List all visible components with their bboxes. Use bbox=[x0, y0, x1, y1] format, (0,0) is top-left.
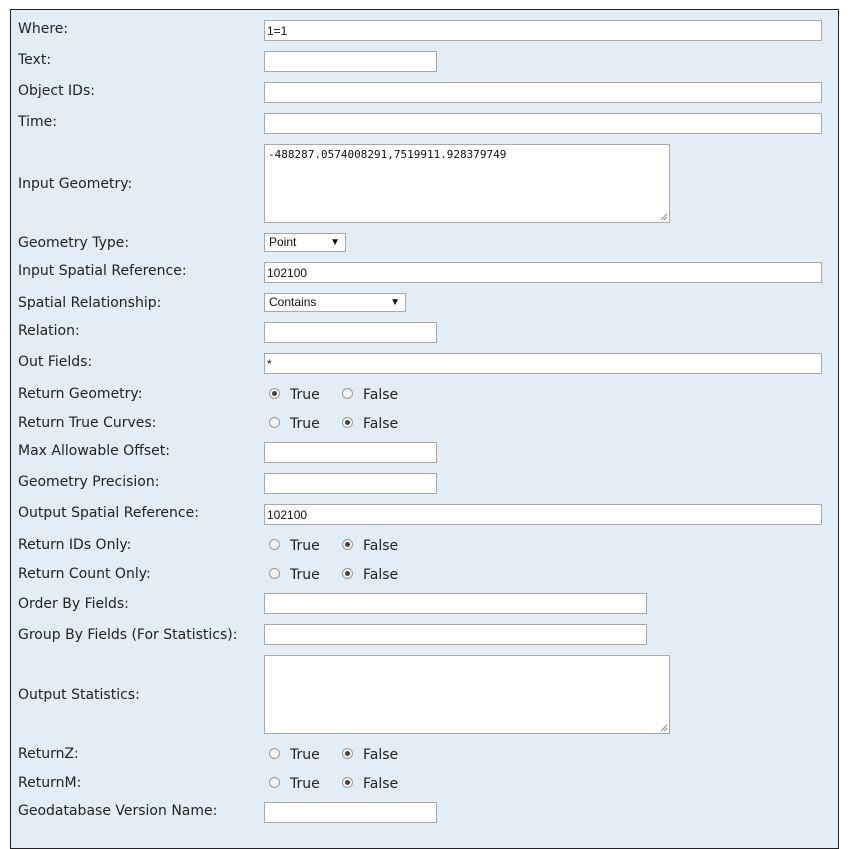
return-z-label: ReturnZ: bbox=[18, 746, 79, 762]
input-spatial-reference-input[interactable] bbox=[264, 262, 822, 283]
return-geometry-false-radio[interactable] bbox=[342, 388, 353, 399]
return-true-curves-true-label: True bbox=[290, 416, 320, 432]
max-allowable-offset-input[interactable] bbox=[264, 442, 437, 463]
return-m-false-radio[interactable] bbox=[342, 777, 353, 788]
relation-input[interactable] bbox=[264, 322, 437, 343]
return-ids-only-true-radio[interactable] bbox=[269, 539, 280, 550]
return-z-false-label: False bbox=[363, 747, 399, 763]
return-m-label: ReturnM: bbox=[18, 775, 82, 791]
return-geometry-false-label: False bbox=[363, 387, 399, 403]
time-input[interactable] bbox=[264, 113, 822, 134]
return-true-curves-label: Return True Curves: bbox=[18, 415, 157, 431]
text-input[interactable] bbox=[264, 51, 437, 72]
time-label: Time: bbox=[18, 114, 57, 130]
object-ids-label: Object IDs: bbox=[18, 83, 95, 99]
resize-grip-icon[interactable] bbox=[660, 724, 668, 732]
order-by-fields-label: Order By Fields: bbox=[18, 596, 129, 612]
return-geometry-true-label: True bbox=[290, 387, 320, 403]
spatial-relationship-label: Spatial Relationship: bbox=[18, 295, 162, 311]
gdb-version-input[interactable] bbox=[264, 802, 437, 823]
return-geometry-true-radio[interactable] bbox=[269, 388, 280, 399]
return-ids-only-false-radio[interactable] bbox=[342, 539, 353, 550]
output-statistics-textarea[interactable] bbox=[264, 655, 670, 734]
return-true-curves-false-radio[interactable] bbox=[342, 417, 353, 428]
return-count-only-false-radio[interactable] bbox=[342, 568, 353, 579]
return-geometry-label: Return Geometry: bbox=[18, 386, 143, 402]
input-spatial-reference-label: Input Spatial Reference: bbox=[18, 263, 187, 279]
dropdown-arrow-icon: ▼ bbox=[390, 297, 400, 308]
out-fields-input[interactable] bbox=[264, 353, 822, 374]
geometry-type-select[interactable]: Point ▼ bbox=[264, 233, 346, 252]
where-input[interactable] bbox=[264, 20, 822, 41]
return-m-false-label: False bbox=[363, 776, 399, 792]
gdb-version-label: Geodatabase Version Name: bbox=[18, 803, 218, 819]
return-ids-only-label: Return IDs Only: bbox=[18, 537, 132, 553]
max-allowable-offset-label: Max Allowable Offset: bbox=[18, 443, 170, 459]
spatial-relationship-value: Contains bbox=[269, 295, 317, 309]
geometry-precision-label: Geometry Precision: bbox=[18, 474, 160, 490]
return-z-true-radio[interactable] bbox=[269, 748, 280, 759]
return-m-true-label: True bbox=[290, 776, 320, 792]
return-count-only-label: Return Count Only: bbox=[18, 566, 151, 582]
return-count-only-false-label: False bbox=[363, 567, 399, 583]
group-by-fields-label: Group By Fields (For Statistics): bbox=[18, 627, 238, 643]
return-count-only-true-label: True bbox=[290, 567, 320, 583]
spatial-relationship-select[interactable]: Contains ▼ bbox=[264, 293, 406, 312]
output-spatial-reference-label: Output Spatial Reference: bbox=[18, 505, 199, 521]
group-by-fields-input[interactable] bbox=[264, 624, 647, 645]
return-m-true-radio[interactable] bbox=[269, 777, 280, 788]
return-ids-only-true-label: True bbox=[290, 538, 320, 554]
output-statistics-label: Output Statistics: bbox=[18, 687, 140, 703]
relation-label: Relation: bbox=[18, 323, 80, 339]
input-geometry-value: -488287.0574008291,7519911.928379749 bbox=[268, 148, 507, 161]
geometry-type-value: Point bbox=[269, 235, 297, 249]
order-by-fields-input[interactable] bbox=[264, 593, 647, 614]
return-z-true-label: True bbox=[290, 747, 320, 763]
text-label: Text: bbox=[18, 52, 52, 68]
return-count-only-true-radio[interactable] bbox=[269, 568, 280, 579]
object-ids-input[interactable] bbox=[264, 82, 822, 103]
geometry-type-label: Geometry Type: bbox=[18, 235, 130, 251]
return-true-curves-false-label: False bbox=[363, 416, 399, 432]
resize-grip-icon[interactable] bbox=[660, 213, 668, 221]
output-spatial-reference-input[interactable] bbox=[264, 504, 822, 525]
geometry-precision-input[interactable] bbox=[264, 473, 437, 494]
return-true-curves-true-radio[interactable] bbox=[269, 417, 280, 428]
dropdown-arrow-icon: ▼ bbox=[330, 237, 340, 248]
input-geometry-label: Input Geometry: bbox=[18, 176, 133, 192]
out-fields-label: Out Fields: bbox=[18, 354, 93, 370]
where-label: Where: bbox=[18, 21, 69, 37]
return-ids-only-false-label: False bbox=[363, 538, 399, 554]
input-geometry-textarea[interactable]: -488287.0574008291,7519911.928379749 bbox=[264, 144, 670, 223]
return-z-false-radio[interactable] bbox=[342, 748, 353, 759]
